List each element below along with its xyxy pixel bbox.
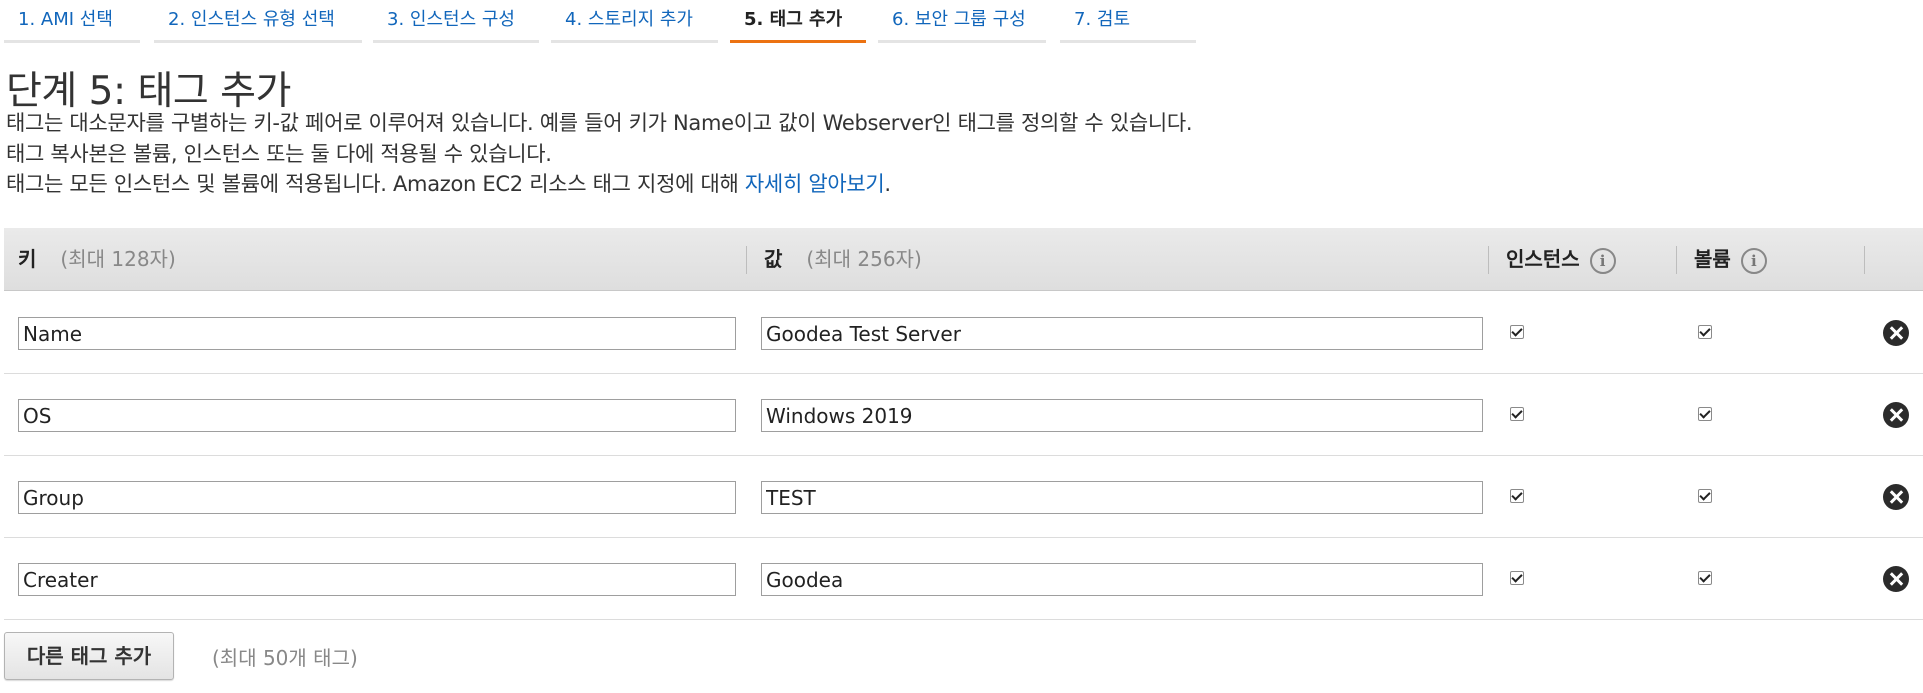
header-divider xyxy=(1488,246,1489,274)
tag-value-input[interactable] xyxy=(761,399,1483,432)
tags-table-header: 키 (최대 128자) 값 (최대 256자) 인스턴스 i 볼륨 i xyxy=(4,228,1923,291)
volumes-checkbox[interactable] xyxy=(1698,489,1712,503)
table-row xyxy=(4,455,1923,538)
header-divider xyxy=(1864,246,1865,274)
tab-ami[interactable]: 1. AMI 선택 xyxy=(4,0,140,43)
instances-checkbox[interactable] xyxy=(1510,489,1524,503)
header-divider xyxy=(1676,246,1677,274)
add-tag-button[interactable]: 다른 태그 추가 xyxy=(4,632,174,680)
header-divider xyxy=(746,246,747,274)
table-row xyxy=(4,291,1923,374)
volumes-checkbox[interactable] xyxy=(1698,325,1712,339)
tab-add-storage[interactable]: 4. 스토리지 추가 xyxy=(551,0,718,43)
tag-key-input[interactable] xyxy=(18,317,736,350)
instances-checkbox[interactable] xyxy=(1510,325,1524,339)
header-instances-label: 인스턴스 xyxy=(1506,247,1580,271)
description-line-3: 태그는 모든 인스턴스 및 볼륨에 적용됩니다. Amazon EC2 리소스 … xyxy=(6,168,891,198)
volumes-checkbox[interactable] xyxy=(1698,407,1712,421)
header-instances: 인스턴스 i xyxy=(1506,228,1616,290)
header-value-hint: (최대 256자) xyxy=(806,247,922,271)
remove-tag-icon[interactable] xyxy=(1883,320,1909,346)
description-line-3-text: 태그는 모든 인스턴스 및 볼륨에 적용됩니다. Amazon EC2 리소스 … xyxy=(6,172,745,196)
tag-key-input[interactable] xyxy=(18,481,736,514)
header-key-hint: (최대 128자) xyxy=(60,247,176,271)
description-line-2: 태그 복사본은 볼륨, 인스턴스 또는 둘 다에 적용될 수 있습니다. xyxy=(6,142,552,166)
volumes-checkbox[interactable] xyxy=(1698,571,1712,585)
table-row xyxy=(4,373,1923,456)
header-volumes-label: 볼륨 xyxy=(1694,247,1731,271)
remove-tag-icon[interactable] xyxy=(1883,402,1909,428)
description-line-1: 태그는 대소문자를 구별하는 키-값 페어로 이루어져 있습니다. 예를 들어 … xyxy=(6,111,1193,135)
tag-value-input[interactable] xyxy=(761,317,1483,350)
instances-checkbox[interactable] xyxy=(1510,407,1524,421)
table-row xyxy=(4,537,1923,620)
tab-review[interactable]: 7. 검토 xyxy=(1060,0,1196,43)
header-value: 값 (최대 256자) xyxy=(764,228,922,290)
remove-tag-icon[interactable] xyxy=(1883,566,1909,592)
instances-checkbox[interactable] xyxy=(1510,571,1524,585)
tab-instance-type[interactable]: 2. 인스턴스 유형 선택 xyxy=(154,0,362,43)
tag-value-input[interactable] xyxy=(761,481,1483,514)
tab-configure-instance[interactable]: 3. 인스턴스 구성 xyxy=(373,0,539,43)
tab-security-group[interactable]: 6. 보안 그룹 구성 xyxy=(878,0,1046,43)
info-icon[interactable]: i xyxy=(1589,247,1616,274)
learn-more-link[interactable]: 자세히 알아보기 xyxy=(745,172,885,196)
header-key-label: 키 xyxy=(18,247,37,271)
tab-add-tags[interactable]: 5. 태그 추가 xyxy=(730,0,866,43)
description-line-3-end: . xyxy=(884,172,891,196)
tag-key-input[interactable] xyxy=(18,399,736,432)
info-icon[interactable]: i xyxy=(1740,247,1767,274)
header-volumes: 볼륨 i xyxy=(1694,228,1767,290)
tag-value-input[interactable] xyxy=(761,563,1483,596)
remove-tag-icon[interactable] xyxy=(1883,484,1909,510)
tag-key-input[interactable] xyxy=(18,563,736,596)
header-key: 키 (최대 128자) xyxy=(18,228,176,290)
max-tags-hint: (최대 50개 태그) xyxy=(212,646,358,670)
header-value-label: 값 xyxy=(764,247,783,271)
